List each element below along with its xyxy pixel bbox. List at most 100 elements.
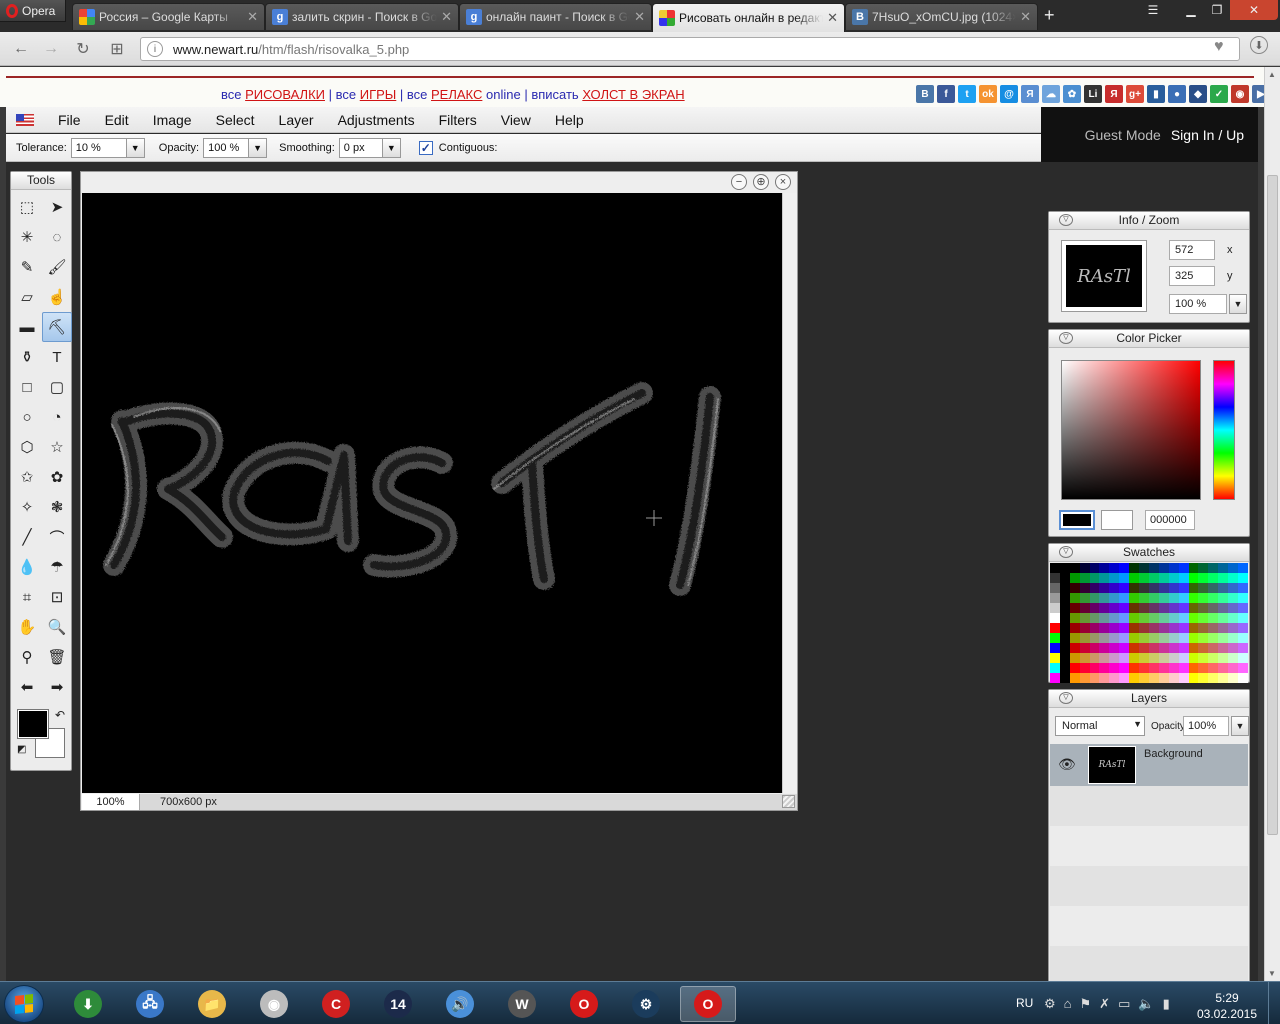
forward-arrow-icon[interactable]: →	[40, 38, 62, 60]
swatch-cell[interactable]	[1228, 583, 1239, 593]
social-share-icon[interactable]: ☁	[1042, 85, 1060, 103]
swatch-cell[interactable]	[1139, 633, 1149, 643]
swatch-cell[interactable]	[1228, 633, 1239, 643]
star-burst-tool-icon[interactable]: ✧	[12, 492, 42, 522]
tab-vk-image[interactable]: B 7HsuO_xOmCU.jpg (1024×768) ✕	[845, 3, 1038, 30]
tanks-app[interactable]: W	[494, 986, 550, 1022]
swatch-cell[interactable]	[1119, 583, 1130, 593]
swatch-cell[interactable]	[1119, 603, 1130, 613]
chevron-down-icon[interactable]: ▼	[125, 138, 144, 157]
chevron-down-icon[interactable]: ▼	[1231, 716, 1249, 736]
start-button[interactable]	[4, 985, 44, 1023]
swatch-cell[interactable]	[1099, 643, 1110, 653]
swatch-cell[interactable]	[1208, 633, 1219, 643]
color-picker-header[interactable]: ▽ Color Picker	[1049, 330, 1249, 348]
swatch-cell[interactable]	[1228, 563, 1239, 573]
swatch-cell[interactable]	[1069, 603, 1080, 613]
swatch-cell[interactable]	[1178, 663, 1189, 673]
swatch-cell[interactable]	[1069, 613, 1080, 623]
zoom-tool-icon[interactable]: 🔍	[42, 612, 72, 642]
swatch-cell[interactable]	[1198, 613, 1209, 623]
swatch-cell[interactable]	[1059, 673, 1070, 683]
swatch-cell[interactable]	[1059, 563, 1070, 573]
system-clock[interactable]: 5:29 03.02.2015	[1196, 990, 1258, 1022]
swatch-cell[interactable]	[1178, 653, 1189, 663]
swatch-cell[interactable]	[1208, 613, 1219, 623]
swatch-cell[interactable]	[1158, 623, 1169, 633]
undo-arrow-tool-icon[interactable]: ⬅	[12, 672, 42, 702]
swatch-cell[interactable]	[1139, 563, 1149, 573]
network-app[interactable]: 🖧	[122, 986, 178, 1022]
tab-close-icon[interactable]: ✕	[441, 9, 452, 25]
swatch-cell[interactable]	[1129, 643, 1140, 653]
swatch-cell[interactable]	[1168, 623, 1179, 633]
swatch-cell[interactable]	[1238, 623, 1248, 633]
canvas-vertical-scrollbar[interactable]	[782, 193, 797, 793]
swatch-cell[interactable]	[1188, 583, 1199, 593]
social-share-icon[interactable]: ●	[1168, 85, 1186, 103]
swatch-cell[interactable]	[1218, 603, 1229, 613]
swatch-cell[interactable]	[1129, 603, 1140, 613]
tolerance-value[interactable]: 10 %	[72, 139, 126, 157]
swatch-cell[interactable]	[1158, 563, 1169, 573]
swatch-cell[interactable]	[1050, 573, 1060, 583]
swatch-cell[interactable]	[1198, 643, 1209, 653]
swatch-cell[interactable]	[1188, 603, 1199, 613]
eraser-tool-icon[interactable]: ▱	[12, 282, 42, 312]
trash-tool-icon[interactable]: 🗑	[42, 642, 72, 672]
steam-tray-icon[interactable]: ⚙	[1044, 996, 1056, 1012]
scroll-down-icon[interactable]: ▼	[1268, 969, 1276, 978]
swatch-cell[interactable]	[1099, 633, 1110, 643]
smudge-tool-icon[interactable]: ☝	[42, 282, 72, 312]
swatch-cell[interactable]	[1178, 633, 1189, 643]
swatch-cell[interactable]	[1188, 623, 1199, 633]
swatch-cell[interactable]	[1168, 583, 1179, 593]
swatch-cell[interactable]	[1059, 643, 1070, 653]
media-player-app[interactable]: ◉	[246, 986, 302, 1022]
pencil-tool-icon[interactable]: ✎	[12, 252, 42, 282]
tab-close-icon[interactable]: ✕	[827, 10, 838, 26]
swatch-cell[interactable]	[1228, 613, 1239, 623]
swatch-cell[interactable]	[1178, 583, 1189, 593]
social-share-icon[interactable]: Li	[1084, 85, 1102, 103]
swatch-cell[interactable]	[1059, 623, 1070, 633]
scrollbar-thumb[interactable]	[1267, 175, 1278, 835]
swatch-cell[interactable]	[1069, 673, 1080, 683]
collapse-icon[interactable]: ▽	[1059, 214, 1073, 226]
swatch-cell[interactable]	[1188, 613, 1199, 623]
swatch-cell[interactable]	[1148, 583, 1159, 593]
rounded-rect-tool-icon[interactable]: ▢	[42, 372, 72, 402]
swatch-cell[interactable]	[1129, 673, 1140, 683]
smoothing-value[interactable]: 0 px	[340, 139, 382, 157]
collapse-icon[interactable]: ▽	[1059, 692, 1073, 704]
signal-tray-icon[interactable]: ▮	[1163, 996, 1170, 1012]
tab-close-icon[interactable]: ✕	[1020, 9, 1031, 25]
swatch-cell[interactable]	[1050, 603, 1060, 613]
swatch-cell[interactable]	[1198, 563, 1209, 573]
swatch-cell[interactable]	[1238, 633, 1248, 643]
swatch-cell[interactable]	[1178, 623, 1189, 633]
swatch-cell[interactable]	[1148, 573, 1159, 583]
swatch-cell[interactable]	[1139, 623, 1149, 633]
swatch-cell[interactable]	[1158, 613, 1169, 623]
swatch-cell[interactable]	[1119, 613, 1130, 623]
collapse-icon[interactable]: ▽	[1059, 546, 1073, 558]
swatch-cell[interactable]	[1099, 573, 1110, 583]
opera-app-1[interactable]: O	[556, 986, 612, 1022]
swatch-cell[interactable]	[1099, 603, 1110, 613]
swatch-cell[interactable]	[1109, 563, 1120, 573]
swatch-cell[interactable]	[1228, 623, 1239, 633]
info-zoom-header[interactable]: ▽ Info / Zoom	[1049, 212, 1249, 230]
swatch-cell[interactable]	[1139, 643, 1149, 653]
volume-app[interactable]: 🔊	[432, 986, 488, 1022]
swatch-cell[interactable]	[1119, 573, 1130, 583]
marquee-tool-icon[interactable]: ⬚	[12, 192, 42, 222]
swatch-cell[interactable]	[1238, 593, 1248, 603]
swatch-cell[interactable]	[1119, 563, 1130, 573]
swatch-cell[interactable]	[1089, 673, 1100, 683]
swatch-cell[interactable]	[1218, 573, 1229, 583]
swatch-cell[interactable]	[1109, 583, 1120, 593]
reset-colors-icon[interactable]: ◩	[17, 744, 26, 755]
swatch-cell[interactable]	[1050, 563, 1060, 573]
swatch-cell[interactable]	[1238, 673, 1248, 683]
